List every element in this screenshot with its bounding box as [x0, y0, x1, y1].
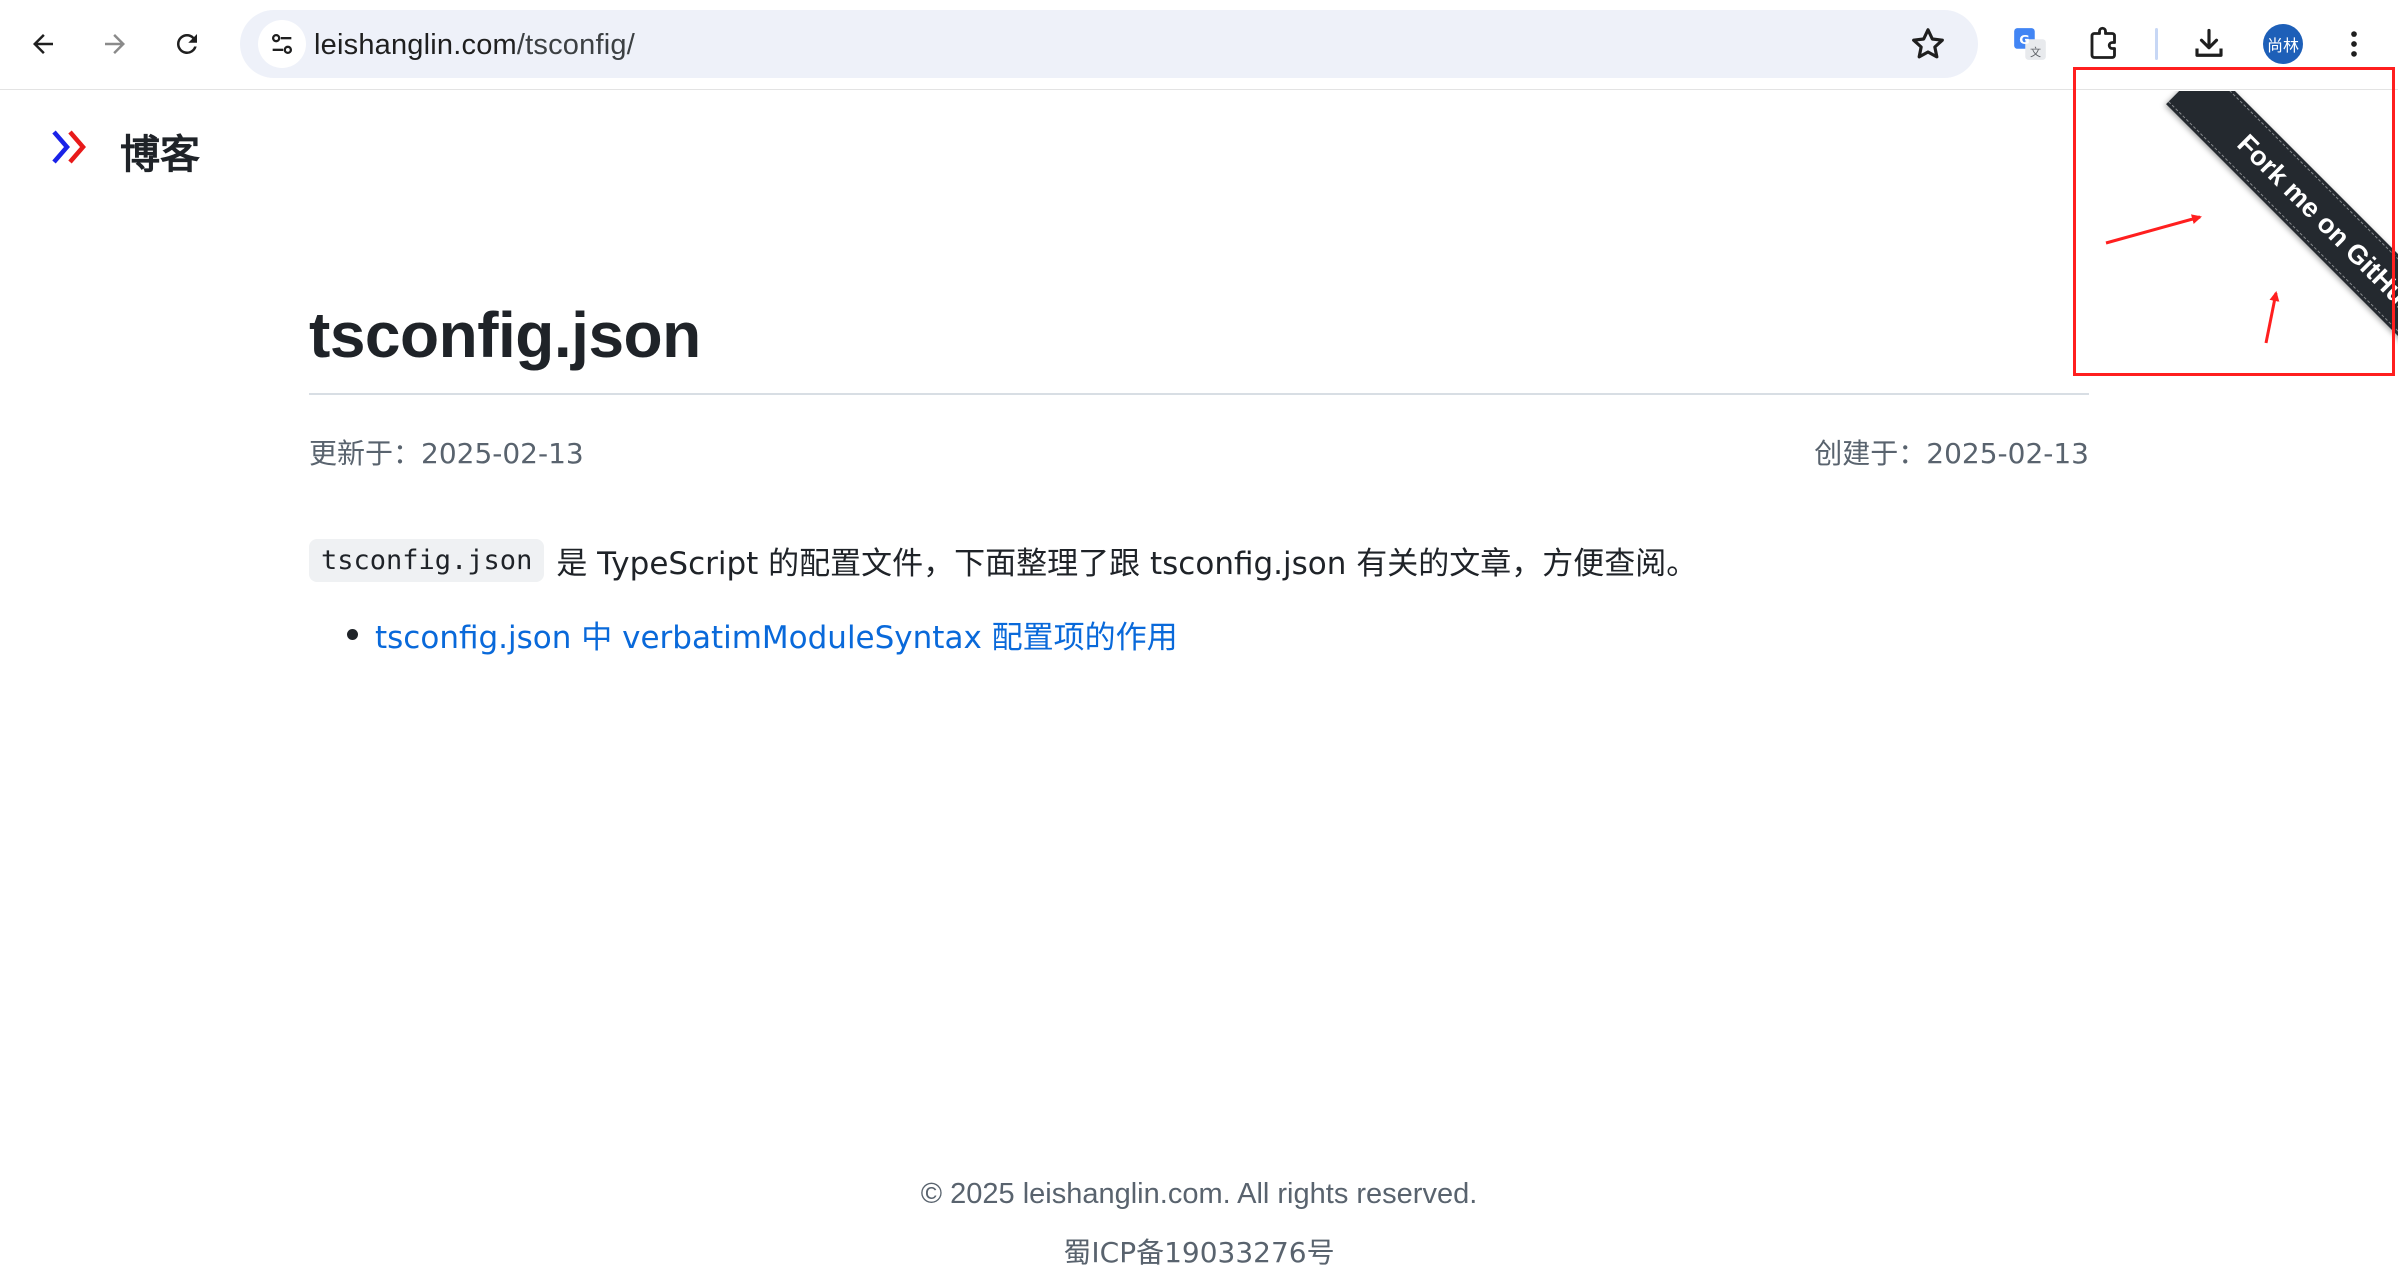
site-settings-icon: [271, 33, 293, 55]
extensions-button[interactable]: [2080, 20, 2128, 68]
url-path: /tsconfig/: [516, 29, 635, 61]
forward-button[interactable]: [88, 17, 142, 71]
back-arrow-icon: [33, 34, 53, 54]
browser-toolbar: leishanglin.com/tsconfig/ G 文 尚林: [0, 0, 2398, 90]
forward-arrow-icon: [105, 34, 125, 54]
intro-paragraph: tsconfig.json 是 TypeScript 的配置文件，下面整理了跟 …: [309, 538, 1697, 583]
svg-text:G: G: [2019, 32, 2029, 47]
reload-icon: [176, 33, 197, 54]
updated-date: 更新于：2025-02-13: [309, 437, 584, 470]
site-brand[interactable]: 博客: [120, 122, 200, 180]
translate-button[interactable]: G 文: [2006, 20, 2054, 68]
browser-menu-button[interactable]: [2330, 20, 2378, 68]
page-title: tsconfig.json: [309, 299, 701, 371]
annotation-arrow-left: [2105, 214, 2202, 245]
more-vertical-icon: [2351, 31, 2357, 57]
url-domain: leishanglin.com: [314, 29, 517, 61]
toolbar-separator: [2155, 28, 2158, 60]
site-logo-icon[interactable]: [50, 126, 92, 168]
list-item: tsconfig.json 中 verbatimModuleSyntax 配置项…: [309, 612, 1178, 657]
bullet-icon: [347, 629, 358, 640]
bookmark-star-icon[interactable]: [1908, 24, 1948, 64]
annotation-arrow-bottom: [2264, 291, 2280, 344]
site-settings-button[interactable]: [258, 20, 306, 68]
translate-icon: G 文: [2014, 28, 2046, 60]
article-link-list: tsconfig.json 中 verbatimModuleSyntax 配置项…: [309, 612, 1178, 657]
download-icon: [2195, 28, 2223, 57]
downloads-button[interactable]: [2185, 20, 2233, 68]
inline-code: tsconfig.json: [309, 539, 545, 582]
svg-text:文: 文: [2030, 45, 2041, 59]
footer-icp-link[interactable]: 蜀ICP备19033276号: [0, 1231, 2398, 1271]
footer-copyright: © 2025 leishanglin.com. All rights reser…: [920, 1178, 1478, 1210]
address-bar[interactable]: leishanglin.com/tsconfig/: [240, 10, 1978, 78]
extensions-puzzle-icon: [2090, 26, 2116, 59]
title-divider: [309, 393, 2089, 395]
reload-button[interactable]: [160, 17, 214, 71]
created-date: 创建于：2025-02-13: [1814, 437, 2089, 470]
intro-text: 是 TypeScript 的配置文件，下面整理了跟 tsconfig.json …: [556, 546, 1698, 582]
article-link[interactable]: tsconfig.json 中 verbatimModuleSyntax 配置项…: [375, 612, 1178, 657]
url-text[interactable]: leishanglin.com/tsconfig/: [314, 29, 635, 62]
annotation-arrows-icon: [2105, 214, 2280, 344]
back-button[interactable]: [16, 17, 70, 71]
profile-avatar[interactable]: 尚林: [2263, 24, 2303, 64]
